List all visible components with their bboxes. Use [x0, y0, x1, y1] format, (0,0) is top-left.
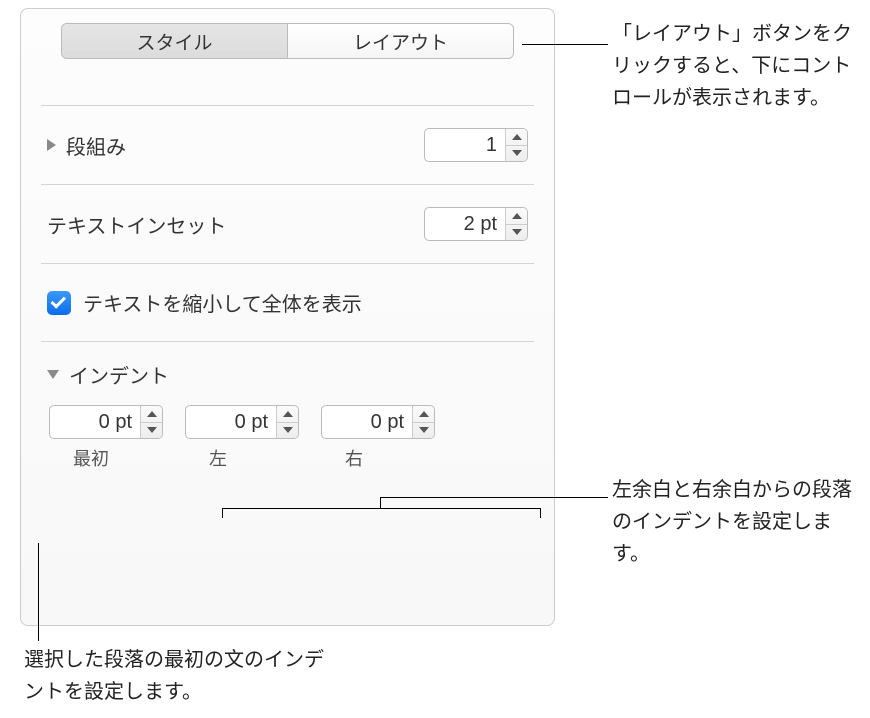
- indent-right-group: 右: [321, 405, 435, 471]
- format-panel: スタイル レイアウト 段組み テキストインセット: [20, 8, 555, 626]
- columns-row: 段組み: [21, 106, 554, 184]
- indent-first-group: 最初: [49, 405, 163, 471]
- indent-first-label: 最初: [49, 445, 163, 471]
- indent-first-stepper[interactable]: [140, 406, 162, 438]
- chevron-down-icon[interactable]: [47, 370, 59, 379]
- indent-left-group: 左: [185, 405, 299, 471]
- indent-left-input[interactable]: [186, 411, 276, 434]
- shrink-text-checkbox[interactable]: [47, 291, 71, 315]
- indent-right-label: 右: [321, 445, 435, 471]
- text-inset-label: テキストインセット: [47, 210, 226, 239]
- bracket-tick: [222, 508, 223, 518]
- callout-first-line: 選択した段落の最初の文のインデントを設定します。: [24, 644, 334, 708]
- callout-bracket: [222, 508, 540, 509]
- indent-first-input[interactable]: [50, 411, 140, 434]
- stepper-up-icon[interactable]: [277, 406, 298, 423]
- checkmark-icon: [51, 293, 67, 309]
- tab-bar: スタイル レイアウト: [61, 23, 514, 59]
- tab-style[interactable]: スタイル: [62, 24, 288, 58]
- stepper-up-icon[interactable]: [506, 129, 527, 146]
- callout-line: [38, 543, 39, 641]
- stepper-down-icon[interactable]: [413, 423, 434, 439]
- tab-style-label: スタイル: [136, 28, 212, 55]
- columns-label: 段組み: [66, 131, 126, 160]
- indent-label: インデント: [69, 360, 169, 389]
- indent-left-field[interactable]: [185, 405, 299, 439]
- stepper-up-icon[interactable]: [141, 406, 162, 423]
- columns-input[interactable]: [425, 134, 505, 157]
- indent-header: インデント: [47, 360, 528, 389]
- indent-section: インデント 最初: [21, 342, 554, 471]
- shrink-text-label: テキストを縮小して全体を表示: [83, 288, 362, 317]
- callout-line: [522, 44, 608, 45]
- callout-line: [380, 497, 608, 498]
- indent-right-field[interactable]: [321, 405, 435, 439]
- bracket-tick: [380, 497, 381, 508]
- indent-right-input[interactable]: [322, 411, 412, 434]
- stepper-up-icon[interactable]: [413, 406, 434, 423]
- indent-right-stepper[interactable]: [412, 406, 434, 438]
- indent-fields: 最初 左: [47, 405, 528, 471]
- stepper-down-icon[interactable]: [506, 146, 527, 162]
- stepper-down-icon[interactable]: [506, 225, 527, 241]
- indent-left-stepper[interactable]: [276, 406, 298, 438]
- stepper-up-icon[interactable]: [506, 208, 527, 225]
- stepper-down-icon[interactable]: [277, 423, 298, 439]
- shrink-text-row: テキストを縮小して全体を表示: [21, 264, 554, 341]
- text-inset-field[interactable]: [424, 207, 528, 241]
- text-inset-row: テキストインセット: [21, 185, 554, 263]
- columns-stepper[interactable]: [505, 129, 527, 161]
- text-inset-stepper[interactable]: [505, 208, 527, 240]
- callout-margins: 左余白と右余白からの段落のインデントを設定します。: [612, 474, 852, 570]
- callout-layout-button: 「レイアウト」ボタンをクリックすると、下にコントロールが表示されます。: [612, 18, 852, 114]
- tab-layout[interactable]: レイアウト: [288, 24, 513, 58]
- bracket-tick: [540, 508, 541, 518]
- tab-layout-label: レイアウト: [353, 28, 448, 55]
- chevron-right-icon[interactable]: [47, 139, 56, 151]
- text-inset-input[interactable]: [425, 213, 505, 236]
- indent-first-field[interactable]: [49, 405, 163, 439]
- stepper-down-icon[interactable]: [141, 423, 162, 439]
- columns-field[interactable]: [424, 128, 528, 162]
- indent-left-label: 左: [185, 445, 299, 471]
